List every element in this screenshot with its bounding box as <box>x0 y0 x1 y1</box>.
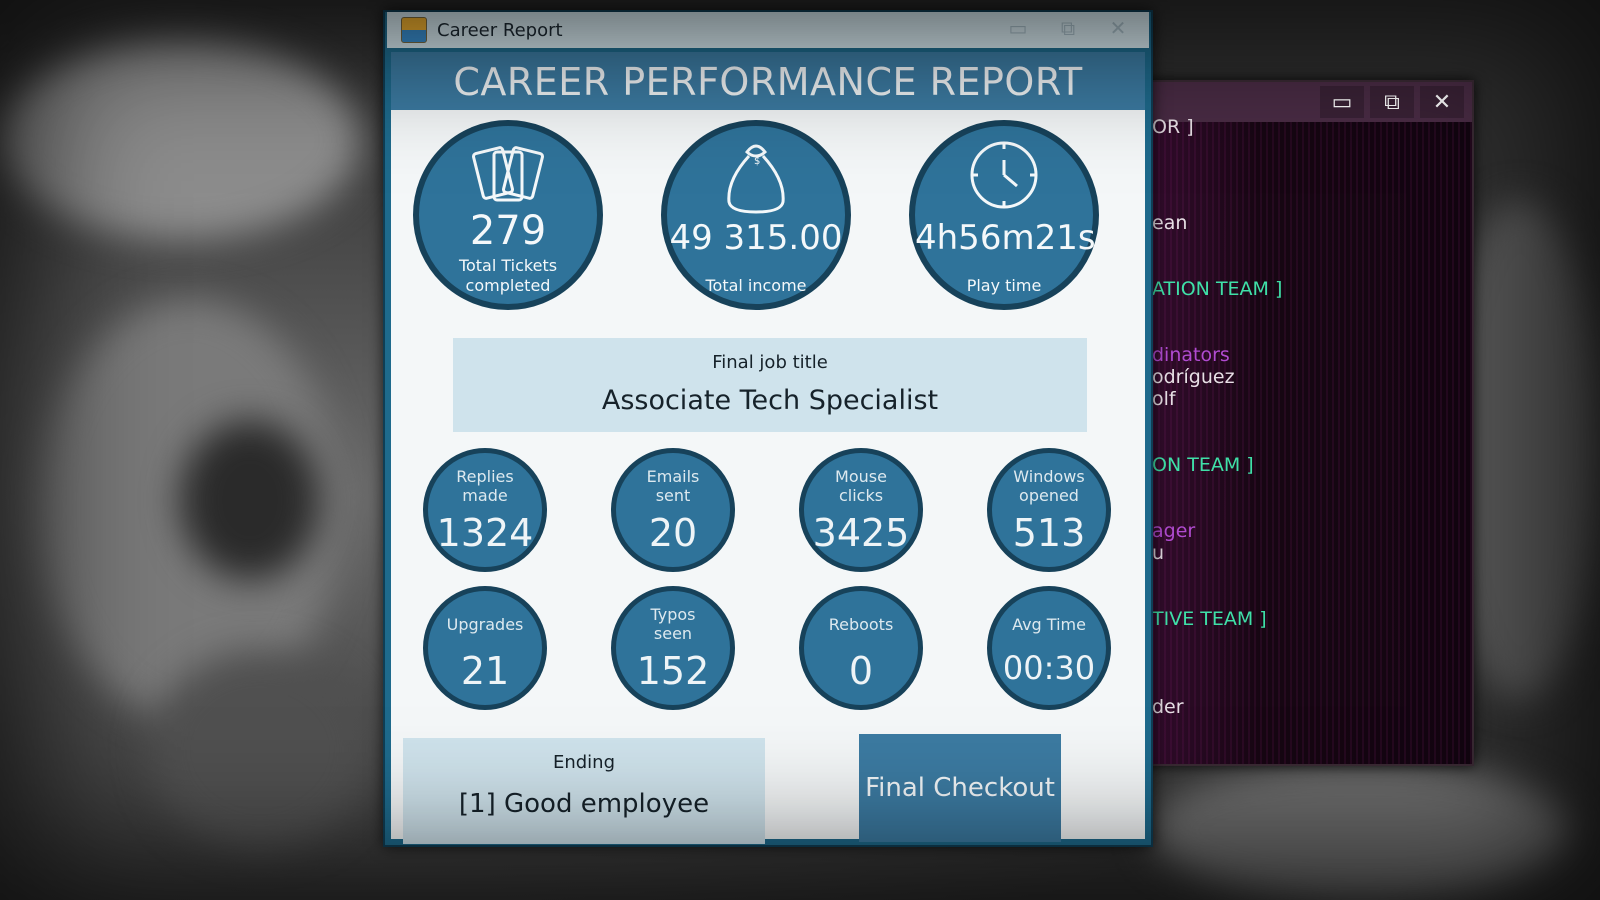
emails-label: Emails <box>646 467 700 486</box>
windows-opened-label: Windows <box>1013 467 1085 486</box>
minimize-icon: ▭ <box>1331 89 1353 115</box>
replies-value: 1324 <box>436 511 534 555</box>
terminal-line: ean <box>1152 212 1188 234</box>
final-job-title-label: Final job title <box>712 352 828 373</box>
typos-value: 152 <box>636 649 710 693</box>
terminal-content: OR ] ean ATION TEAM ] dinators odríguez … <box>1122 116 1472 764</box>
mouse-clicks-stat: Mouse clicks 3425 <box>799 448 923 572</box>
tickets-icon <box>472 146 544 202</box>
final-job-title-value: Associate Tech Specialist <box>601 385 939 416</box>
career-report-window[interactable]: Career Report ▭ ⧉ ✕ CAREER PERFORMANCE R… <box>383 10 1153 847</box>
ending-label: Ending <box>552 752 616 773</box>
terminal-line: odríguez <box>1152 366 1235 388</box>
final-job-title-box: Final job title Associate Tech Specialis… <box>453 338 1087 432</box>
tickets-label-2: completed <box>465 276 551 295</box>
maximize-icon: ⧉ <box>1384 89 1400 115</box>
tickets-value: 279 <box>469 208 547 254</box>
close-icon: ✕ <box>1432 89 1452 115</box>
upgrades-stat: Upgrades 21 <box>423 586 547 710</box>
income-label: Total income <box>705 276 807 295</box>
window-title: Career Report <box>437 19 563 41</box>
tickets-stat: 279 Total Tickets completed <box>413 120 603 310</box>
ending-value: [1] Good employee <box>458 789 710 819</box>
terminal-line: TIVE TEAM ] <box>1152 608 1267 630</box>
emails-label-2: sent <box>655 486 691 505</box>
window-titlebar[interactable]: Career Report ▭ ⧉ ✕ <box>387 12 1149 48</box>
svg-text:$: $ <box>754 156 760 167</box>
terminal-window[interactable]: ▭ ⧉ ✕ OR ] ean ATION TEAM ] dinators odr… <box>1120 80 1474 766</box>
avg-time-value: 00:30 <box>1002 649 1096 687</box>
income-stat: $ 49 315.00 Total income <box>661 120 851 310</box>
ending-box: Ending [1] Good employee <box>403 738 765 844</box>
maximize-button[interactable]: ⧉ <box>1370 86 1414 118</box>
terminal-line: or <box>1152 762 1171 764</box>
replies-label: Replies <box>456 467 514 486</box>
terminal-line: dinators <box>1152 344 1230 366</box>
maximize-icon[interactable]: ⧉ <box>1051 16 1085 40</box>
avg-time-label: Avg Time <box>1012 615 1086 634</box>
report-header: CAREER PERFORMANCE REPORT <box>391 52 1145 110</box>
close-icon[interactable]: ✕ <box>1101 16 1135 40</box>
minimize-icon[interactable]: ▭ <box>1001 16 1035 40</box>
income-value: 49 315.00 <box>669 218 843 258</box>
replies-stat: Replies made 1324 <box>423 448 547 572</box>
playtime-stat: 4h56m21s Play time <box>909 120 1099 310</box>
app-icon <box>401 17 427 43</box>
mouse-clicks-label-2: clicks <box>838 486 884 505</box>
terminal-line: der <box>1152 696 1184 718</box>
playtime-label: Play time <box>966 276 1042 295</box>
emails-stat: Emails sent 20 <box>611 448 735 572</box>
replies-label-2: made <box>462 486 508 505</box>
reboots-stat: Reboots 0 <box>799 586 923 710</box>
emails-value: 20 <box>648 511 698 555</box>
windows-opened-label-2: opened <box>1019 486 1079 505</box>
windows-opened-value: 513 <box>1012 511 1086 555</box>
tickets-label: Total Tickets <box>458 256 558 275</box>
terminal-line: OR ] <box>1152 116 1194 138</box>
avg-time-stat: Avg Time 00:30 <box>987 586 1111 710</box>
upgrades-value: 21 <box>460 649 510 693</box>
reboots-value: 0 <box>848 649 874 693</box>
terminal-line: u <box>1152 542 1165 564</box>
terminal-line: ON TEAM ] <box>1152 454 1254 476</box>
reboots-label: Reboots <box>828 615 894 634</box>
close-button[interactable]: ✕ <box>1420 86 1464 118</box>
terminal-line: olf <box>1152 388 1176 410</box>
report-panel: CAREER PERFORMANCE REPORT 279 Total Tick… <box>391 52 1145 844</box>
terminal-line: ager <box>1152 520 1196 542</box>
final-checkout-button[interactable]: Final Checkout <box>859 734 1061 842</box>
upgrades-label: Upgrades <box>446 615 524 634</box>
clock-icon <box>970 141 1038 209</box>
mouse-clicks-value: 3425 <box>812 511 910 555</box>
minimize-button[interactable]: ▭ <box>1320 86 1364 118</box>
terminal-line: ATION TEAM ] <box>1152 278 1283 300</box>
mouse-clicks-label: Mouse <box>835 467 887 486</box>
typos-stat: Typos seen 152 <box>611 586 735 710</box>
typos-label: Typos <box>650 605 696 624</box>
windows-opened-stat: Windows opened 513 <box>987 448 1111 572</box>
money-bag-icon: $ <box>727 144 785 214</box>
playtime-value: 4h56m21s <box>915 218 1096 258</box>
typos-label-2: seen <box>653 624 693 643</box>
